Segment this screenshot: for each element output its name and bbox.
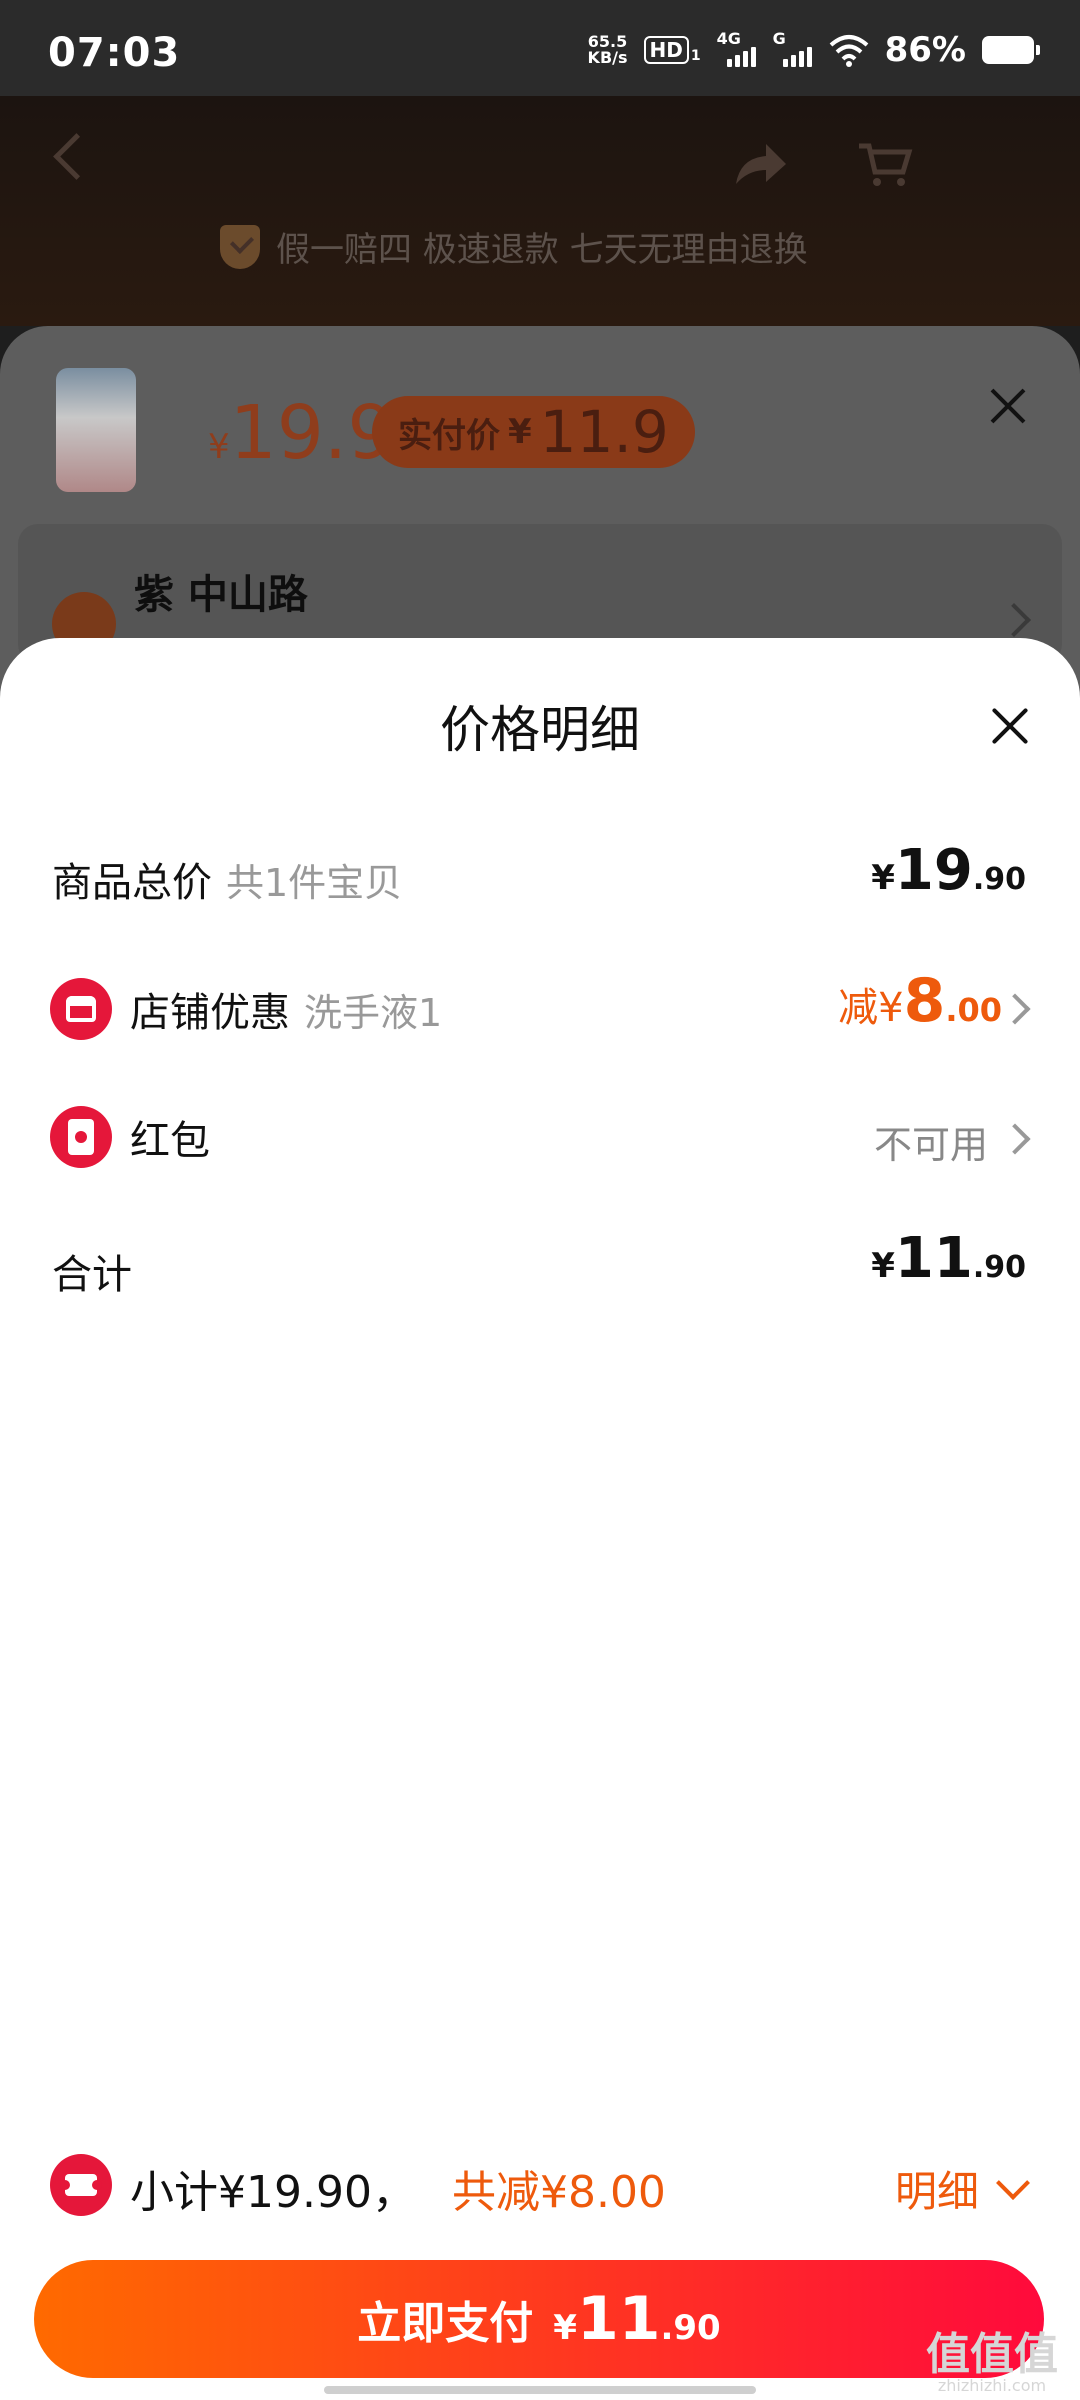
battery-icon (982, 36, 1040, 64)
product-page-header (0, 96, 1080, 326)
subtotal-text: 小计¥19.90， (130, 2167, 416, 2218)
subtotal-summary: 小计¥19.90， 共减¥8.00 (130, 2156, 666, 2220)
goods-total-row: 商品总价 共1件宝贝 (52, 850, 402, 908)
total-label: 合计 (52, 1252, 132, 1298)
real-price-badge: 实付价 ¥11.9 (372, 396, 695, 468)
red-packet-label: 红包 (130, 1118, 210, 1164)
home-indicator[interactable] (324, 2386, 756, 2394)
store-discount-amount[interactable]: 减¥8.00 (838, 966, 1002, 1036)
status-time: 07:03 (48, 30, 181, 76)
red-packet-status[interactable]: 不可用 (874, 1114, 988, 1169)
coupon-icon (50, 2154, 112, 2216)
chevron-down-icon (996, 2165, 1030, 2200)
status-icons: 65.5 KB/s HD 1 4G G 86% (587, 29, 1040, 70)
hd-indicator: HD 1 (643, 36, 701, 64)
product-price: ¥19.9 (208, 390, 395, 476)
product-thumbnail (56, 368, 136, 492)
sheet-title: 价格明细 (440, 701, 640, 759)
total-reduce-text: 共减¥8.00 (451, 2167, 666, 2218)
status-bar: 07:03 65.5 KB/s HD 1 4G G 86% (0, 0, 1080, 96)
guarantee-banner: 假一赔四 极速退款 七天无理由退换 (220, 222, 808, 271)
watermark-logo: 值值值 zhizhizhi.com (926, 2329, 1058, 2395)
signal-g-icon: G (773, 29, 813, 67)
total-amount: ¥11.90 (871, 1226, 1026, 1291)
cart-icon[interactable] (855, 140, 915, 190)
red-packet-icon (50, 1106, 112, 1168)
store-discount-row[interactable]: 店铺优惠 洗手液1 (50, 978, 442, 1040)
share-icon[interactable] (730, 140, 790, 190)
hd-icon: HD (643, 36, 689, 64)
detail-toggle[interactable]: 明细 (895, 2158, 1030, 2219)
address-text: 紫 中山路 (134, 572, 308, 618)
goods-total-label: 商品总价 (52, 860, 212, 906)
red-packet-row[interactable]: 红包 (50, 1106, 210, 1168)
goods-count: 共1件宝贝 (226, 861, 403, 905)
store-icon (50, 978, 112, 1040)
guarantee-text: 假一赔四 极速退款 七天无理由退换 (276, 230, 808, 270)
pay-label: 立即支付 (357, 2298, 534, 2349)
battery-percent: 86% (884, 30, 966, 70)
detail-label: 明细 (895, 2167, 980, 2216)
wifi-icon (829, 35, 868, 67)
sku-close-icon[interactable] (986, 384, 1030, 428)
close-icon[interactable] (990, 706, 1030, 746)
store-discount-label: 店铺优惠 (130, 990, 290, 1036)
shield-check-icon (220, 224, 260, 269)
store-discount-sub: 洗手液1 (304, 990, 443, 1035)
signal-4g-icon: 4G (717, 29, 757, 67)
pay-now-button[interactable]: 立即支付 ¥11.90 (34, 2260, 1044, 2378)
net-speed: 65.5 KB/s (587, 32, 628, 67)
pay-amount: ¥11.90 (553, 2284, 721, 2354)
goods-total-amount: ¥19.90 (871, 838, 1026, 903)
